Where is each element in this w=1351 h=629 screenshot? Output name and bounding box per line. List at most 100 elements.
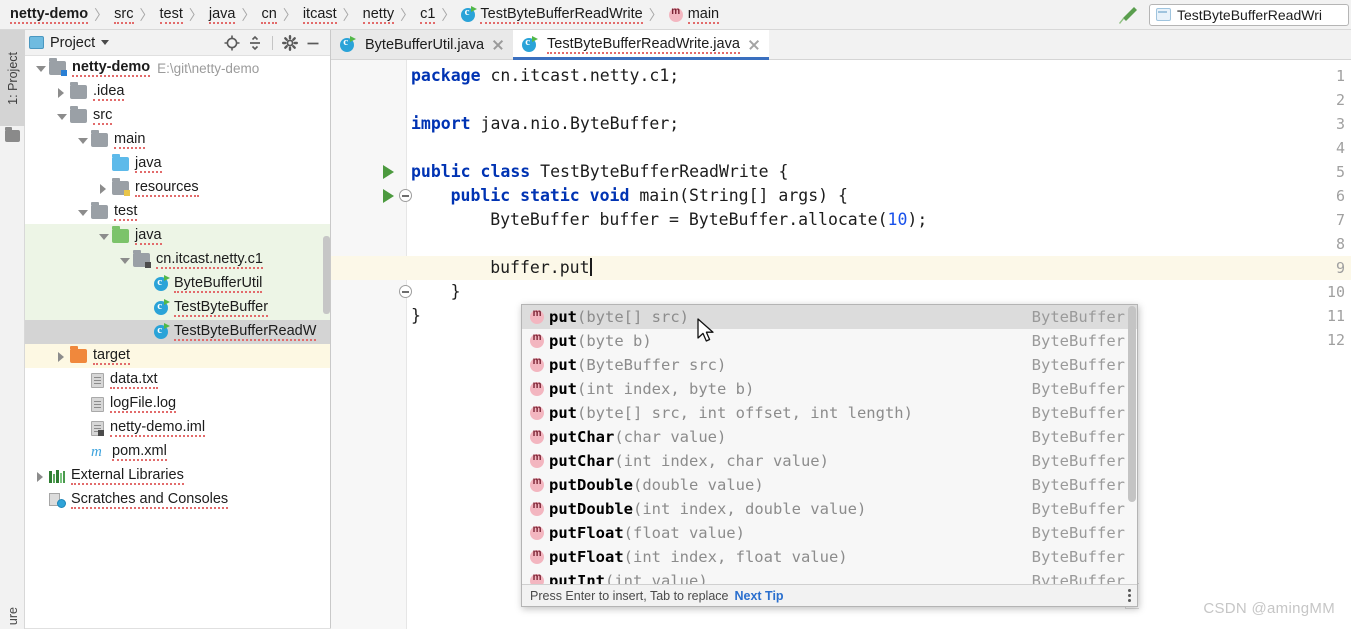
tool-button-structure[interactable]: ure bbox=[0, 585, 25, 625]
tree-item-src[interactable]: src bbox=[25, 104, 330, 128]
breadcrumb-item-netty-demo[interactable]: netty-demo bbox=[10, 6, 89, 24]
breadcrumb-item-label: src bbox=[114, 5, 134, 24]
autocomplete-item[interactable]: put(byte[] src, int offset, int length) B… bbox=[522, 401, 1137, 425]
hammer-build-icon[interactable] bbox=[1115, 2, 1141, 28]
fold-toggle-icon[interactable] bbox=[399, 189, 412, 202]
code-token: ); bbox=[907, 210, 928, 229]
run-gutter-icon[interactable] bbox=[383, 165, 394, 179]
maven-icon: m bbox=[91, 443, 102, 460]
tree-item-pom.xml[interactable]: m pom.xml bbox=[25, 440, 330, 464]
settings-gear-icon[interactable] bbox=[281, 34, 299, 52]
source-folder-icon bbox=[112, 154, 129, 171]
editor-tab-bytebufferutil-java[interactable]: ByteBufferUtil.java bbox=[331, 30, 514, 59]
code-line-6: public static void main(String[] args) { bbox=[411, 184, 848, 208]
tree-item-label: resources bbox=[135, 179, 199, 197]
tree-item-testbytebufferreadw[interactable]: TestByteBufferReadW bbox=[25, 320, 330, 344]
autocomplete-item-name: putDouble bbox=[549, 500, 633, 518]
fold-toggle-icon[interactable] bbox=[399, 285, 412, 298]
autocomplete-item[interactable]: put(int index, byte b) ByteBuffer bbox=[522, 377, 1137, 401]
breadcrumb-item-main[interactable]: main bbox=[668, 5, 720, 24]
next-tip-link[interactable]: Next Tip bbox=[734, 589, 783, 603]
chevron-down-icon[interactable] bbox=[75, 205, 89, 219]
chevron-down-icon[interactable] bbox=[117, 253, 131, 267]
autocomplete-scrollbar[interactable] bbox=[1128, 306, 1136, 502]
autocomplete-item[interactable]: putFloat(float value) ByteBuffer bbox=[522, 521, 1137, 545]
tree-item-bytebufferutil[interactable]: ByteBufferUtil bbox=[25, 272, 330, 296]
project-tree-scrollbar[interactable] bbox=[323, 236, 330, 314]
tree-item-java[interactable]: java bbox=[25, 224, 330, 248]
chevron-down-icon[interactable] bbox=[54, 109, 68, 123]
autocomplete-popup[interactable]: put(byte[] src)ByteBufferput(byte b)Byte… bbox=[521, 304, 1138, 607]
breadcrumb-item-itcast[interactable]: itcast bbox=[302, 6, 337, 24]
more-options-icon[interactable] bbox=[1128, 589, 1131, 602]
editor-tab-testbytebufferreadwrite-java[interactable]: TestByteBufferReadWrite.java bbox=[513, 30, 769, 60]
run-config-label: TestByteBufferReadWri bbox=[1177, 6, 1322, 23]
breadcrumb-separator: 〉 bbox=[94, 6, 109, 23]
chevron-right-icon[interactable] bbox=[33, 469, 47, 483]
code-line-7: ByteBuffer buffer = ByteBuffer.allocate(… bbox=[411, 208, 927, 232]
tree-item-logfile.log[interactable]: logFile.log bbox=[25, 392, 330, 416]
tree-item-target[interactable]: target bbox=[25, 344, 330, 368]
breadcrumb-item-label: main bbox=[687, 5, 720, 24]
project-tree[interactable]: netty-demo E:\git\netty-demo .idea src main j… bbox=[25, 56, 330, 629]
autocomplete-item[interactable]: put(byte[] src) ByteBuffer bbox=[522, 305, 1137, 329]
tree-item-testbytebuffer[interactable]: TestByteBuffer bbox=[25, 296, 330, 320]
close-icon[interactable] bbox=[492, 39, 504, 51]
code-token: import bbox=[411, 114, 481, 133]
breadcrumb-item-cn[interactable]: cn bbox=[261, 6, 277, 24]
autocomplete-item[interactable]: putDouble(int index, double value) ByteBu… bbox=[522, 497, 1137, 521]
autocomplete-item-args: (char value) bbox=[614, 428, 727, 446]
chevron-down-icon[interactable] bbox=[101, 40, 110, 45]
autocomplete-item[interactable]: put(byte b) ByteBuffer bbox=[522, 329, 1137, 353]
minimize-icon[interactable] bbox=[304, 34, 322, 52]
tree-item-netty-demo.iml[interactable]: netty-demo.iml bbox=[25, 416, 330, 440]
breadcrumb-item-src[interactable]: src bbox=[114, 5, 134, 24]
code-line-3: import java.nio.ByteBuffer; bbox=[411, 112, 679, 136]
run-gutter-icon[interactable] bbox=[383, 189, 394, 203]
tree-item-test[interactable]: test bbox=[25, 200, 330, 224]
breadcrumb-item-c1[interactable]: c1 bbox=[420, 6, 436, 24]
collapse-all-icon[interactable] bbox=[246, 34, 264, 52]
tree-item-label: TestByteBufferReadW bbox=[174, 323, 317, 341]
tree-item-main[interactable]: main bbox=[25, 128, 330, 152]
chevron-down-icon[interactable] bbox=[75, 133, 89, 147]
autocomplete-item[interactable]: putDouble(double value) ByteBuffer bbox=[522, 473, 1137, 497]
autocomplete-item[interactable]: putChar(char value) ByteBuffer bbox=[522, 425, 1137, 449]
tree-item-label: Scratches and Consoles bbox=[71, 491, 229, 509]
autocomplete-item[interactable]: put(ByteBuffer src) ByteBuffer bbox=[522, 353, 1137, 377]
breadcrumb-separator: 〉 bbox=[282, 6, 297, 23]
autocomplete-item[interactable]: putChar(int index, char value) ByteBuffer bbox=[522, 449, 1137, 473]
tree-item-external-libraries[interactable]: External Libraries bbox=[25, 464, 330, 488]
chevron-right-icon[interactable] bbox=[54, 85, 68, 99]
tree-item-java[interactable]: java bbox=[25, 152, 330, 176]
autocomplete-item-name: putFloat bbox=[549, 524, 624, 542]
tree-item-cn.itcast.netty.c1[interactable]: cn.itcast.netty.c1 bbox=[25, 248, 330, 272]
tree-item-label: src bbox=[93, 107, 113, 125]
chevron-right-icon[interactable] bbox=[96, 181, 110, 195]
autocomplete-item[interactable]: putFloat(int index, float value) ByteBuff… bbox=[522, 545, 1137, 569]
breadcrumb-separator: 〉 bbox=[648, 6, 663, 23]
chevron-right-icon[interactable] bbox=[54, 349, 68, 363]
close-icon[interactable] bbox=[748, 39, 760, 51]
locate-icon[interactable] bbox=[223, 34, 241, 52]
autocomplete-list[interactable]: put(byte[] src)ByteBufferput(byte b)Byte… bbox=[522, 305, 1137, 586]
iml-file-icon bbox=[91, 420, 104, 436]
tool-button-project-label: 1: Project bbox=[5, 51, 20, 105]
chevron-down-icon[interactable] bbox=[33, 61, 47, 75]
breadcrumb-item-java[interactable]: java bbox=[208, 6, 236, 24]
code-line-10: } bbox=[411, 280, 461, 304]
run-configuration-selector[interactable]: TestByteBufferReadWri bbox=[1149, 3, 1349, 26]
autocomplete-item-args: (double value) bbox=[633, 476, 764, 494]
tree-item-netty-demo[interactable]: netty-demo E:\git\netty-demo bbox=[25, 56, 330, 80]
tree-item-data.txt[interactable]: data.txt bbox=[25, 368, 330, 392]
tool-button-project[interactable]: 1: Project bbox=[0, 30, 25, 126]
breadcrumb-item-test[interactable]: test bbox=[159, 6, 183, 24]
breadcrumb-item-testbytebufferreadwrite[interactable]: TestByteBufferReadWrite bbox=[461, 5, 643, 24]
chevron-down-icon[interactable] bbox=[96, 229, 110, 243]
tree-item-.idea[interactable]: .idea bbox=[25, 80, 330, 104]
breadcrumb-item-netty[interactable]: netty bbox=[362, 6, 395, 24]
autocomplete-item-type: ByteBuffer bbox=[1031, 548, 1125, 566]
tree-item-resources[interactable]: resources bbox=[25, 176, 330, 200]
toolbar-divider bbox=[272, 35, 273, 50]
tree-item-scratches-and-consoles[interactable]: Scratches and Consoles bbox=[25, 488, 330, 512]
